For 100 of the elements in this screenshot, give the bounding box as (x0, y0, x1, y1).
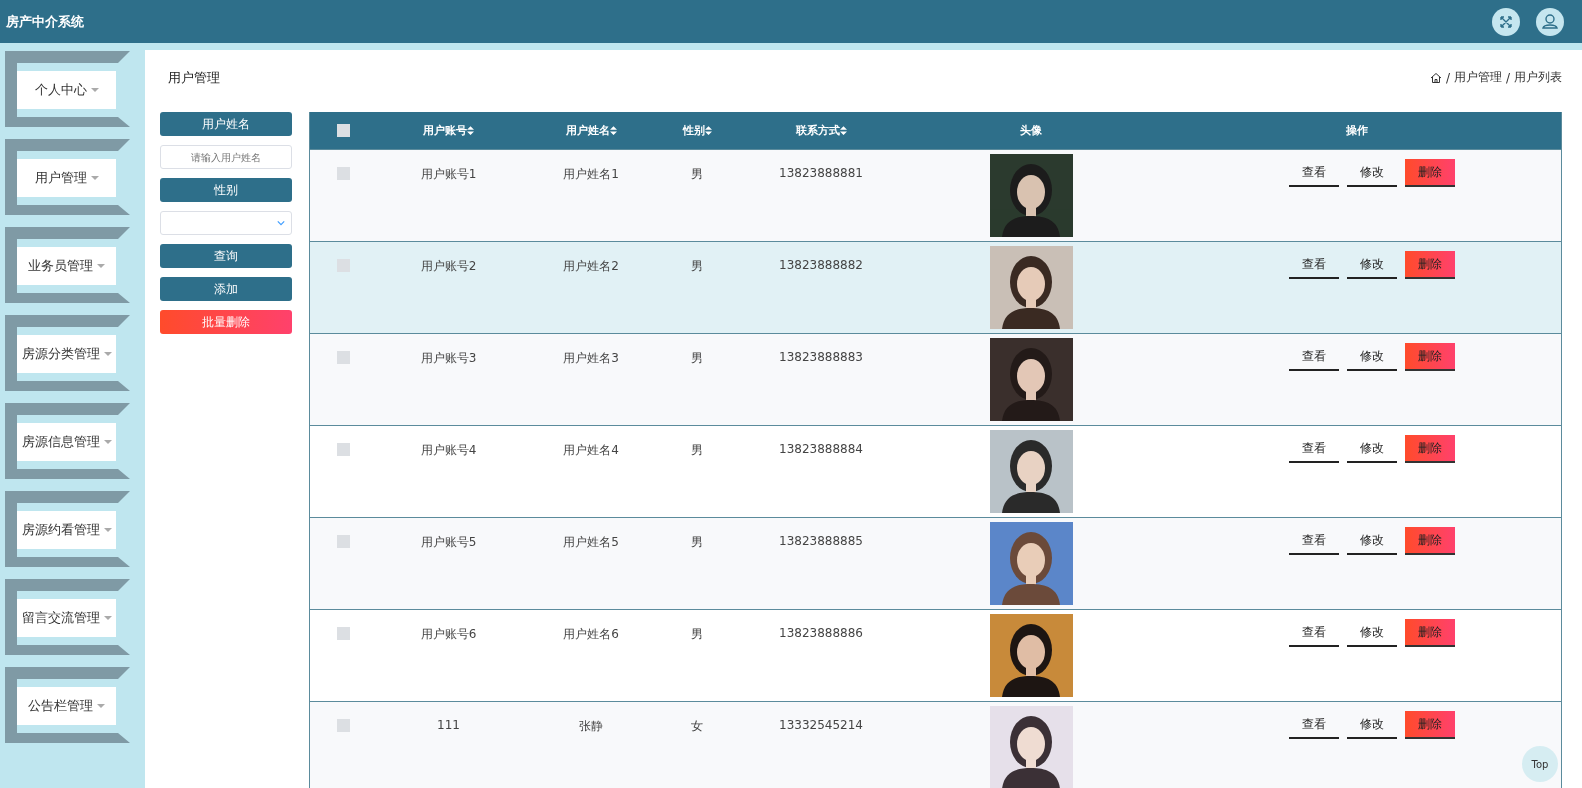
table-cell: 用户账号6 (420, 626, 477, 641)
row-checkbox[interactable] (336, 351, 350, 364)
filter-label: 性别 (160, 178, 292, 202)
table-cell: 用户姓名5 (563, 534, 619, 549)
row-action-button[interactable]: 删除 (1405, 619, 1455, 647)
row-action-button[interactable]: 删除 (1405, 159, 1455, 187)
filter-button[interactable]: 查询 (160, 244, 292, 268)
table-cell: 男 (691, 350, 703, 365)
row-action-button[interactable]: 修改 (1347, 711, 1397, 739)
filter-label: 用户姓名 (160, 112, 292, 136)
breadcrumb-item[interactable]: 用户列表 (1514, 69, 1562, 86)
table-cell: 用户姓名3 (563, 350, 619, 365)
row-action-button[interactable]: 查看 (1289, 435, 1339, 463)
table-row[interactable]: 用户账号1 用户姓名1 男 13823888881 查看 修改 删除 (310, 149, 1561, 241)
chevron-down-icon (277, 220, 285, 226)
table-cell: 用户姓名2 (563, 258, 619, 273)
table-cell: 用户账号2 (420, 258, 477, 273)
table-cell: 女 (691, 718, 703, 733)
menu-item[interactable]: 房源分类管理 (5, 315, 130, 391)
home-icon[interactable] (1429, 71, 1442, 84)
row-action-button[interactable]: 修改 (1347, 343, 1397, 371)
menu-item[interactable]: 个人中心 (5, 51, 130, 127)
caret-icon (90, 176, 99, 180)
table-cell: 用户姓名1 (563, 166, 619, 181)
caret-icon (90, 88, 99, 92)
caret-icon (103, 616, 112, 620)
menu-item[interactable]: 业务员管理 (5, 227, 130, 303)
fullscreen-icon[interactable] (1492, 7, 1520, 36)
breadcrumb-item[interactable]: 用户管理 (1453, 69, 1502, 86)
row-action-button[interactable]: 查看 (1289, 527, 1339, 555)
menu-item[interactable]: 房源信息管理 (5, 403, 130, 479)
table-row[interactable]: 用户账号3 用户姓名3 男 13823888883 查看 修改 删除 (310, 333, 1561, 425)
caret-icon (103, 440, 112, 444)
table-cell: 男 (691, 166, 703, 181)
row-action-button[interactable]: 修改 (1347, 435, 1397, 463)
caret-icon (103, 528, 112, 532)
table-cell: 用户账号3 (420, 350, 477, 365)
table-cell: 13823888883 (779, 350, 863, 365)
table-cell: 用户账号5 (420, 534, 477, 549)
menu-item[interactable]: 公告栏管理 (5, 667, 130, 743)
menu-item[interactable]: 留言交流管理 (5, 579, 130, 655)
user-icon[interactable] (1536, 7, 1564, 36)
row-action-button[interactable]: 删除 (1405, 343, 1455, 371)
table-cell: 13823888885 (779, 534, 863, 549)
table-cell: 张静 (579, 718, 603, 733)
row-action-button[interactable]: 查看 (1289, 159, 1339, 187)
row-action-button[interactable]: 修改 (1347, 527, 1397, 555)
menu-item[interactable]: 房源约看管理 (5, 491, 130, 567)
breadcrumb-separator: / (1505, 70, 1510, 85)
row-checkbox[interactable] (336, 719, 350, 732)
row-action-button[interactable]: 删除 (1405, 711, 1455, 739)
column-header[interactable]: 用户账号 (423, 123, 474, 138)
row-action-button[interactable]: 查看 (1289, 343, 1339, 371)
page-title: 用户管理 (167, 68, 220, 87)
column-header[interactable]: 性别 (682, 123, 712, 138)
menu-item[interactable]: 用户管理 (5, 139, 130, 215)
table-cell: 111 (437, 718, 460, 733)
row-checkbox[interactable] (336, 627, 350, 640)
caret-icon (103, 352, 112, 356)
row-checkbox[interactable] (336, 167, 350, 180)
sort-icon[interactable] (839, 126, 847, 135)
table-row[interactable]: 用户账号5 用户姓名5 男 13823888885 查看 修改 删除 (310, 517, 1561, 609)
sort-icon[interactable] (609, 126, 617, 135)
breadcrumb-separator: / (1445, 70, 1450, 85)
table-cell: 13823888882 (779, 258, 863, 273)
row-checkbox[interactable] (336, 443, 350, 456)
table-cell: 男 (691, 442, 703, 457)
table-cell: 13823888881 (779, 166, 863, 181)
app-title: 房产中介系统 (6, 12, 84, 31)
column-header[interactable]: 用户姓名 (565, 123, 617, 138)
select-all-checkbox[interactable] (336, 124, 350, 137)
row-action-button[interactable]: 查看 (1289, 619, 1339, 647)
name-input[interactable]: 请输入用户姓名 (160, 145, 292, 169)
table-cell: 男 (691, 534, 703, 549)
table-cell: 男 (691, 626, 703, 641)
row-action-button[interactable]: 查看 (1289, 711, 1339, 739)
table-row[interactable]: 用户账号2 用户姓名2 男 13823888882 查看 修改 删除 (310, 241, 1561, 333)
column-header[interactable]: 头像 (1020, 123, 1042, 138)
sort-icon[interactable] (467, 126, 474, 135)
row-checkbox[interactable] (336, 535, 350, 548)
row-action-button[interactable]: 删除 (1405, 251, 1455, 279)
row-action-button[interactable]: 查看 (1289, 251, 1339, 279)
table-cell: 用户账号4 (420, 442, 477, 457)
row-action-button[interactable]: 修改 (1347, 619, 1397, 647)
table-cell: 男 (691, 258, 703, 273)
sort-icon[interactable] (704, 126, 712, 135)
table-cell: 13823888886 (779, 626, 863, 641)
filter-button[interactable]: 添加 (160, 277, 292, 301)
row-action-button[interactable]: 删除 (1405, 435, 1455, 463)
column-header[interactable]: 操作 (1346, 123, 1368, 138)
table-cell: 用户姓名4 (563, 442, 619, 457)
table-cell: 用户账号1 (420, 166, 477, 181)
column-header[interactable]: 联系方式 (795, 123, 847, 138)
row-action-button[interactable]: 修改 (1347, 251, 1397, 279)
table-cell: 13332545214 (779, 718, 863, 733)
row-action-button[interactable]: 修改 (1347, 159, 1397, 187)
row-action-button[interactable]: 删除 (1405, 527, 1455, 555)
table-cell: 用户姓名6 (563, 626, 619, 641)
caret-icon (97, 704, 105, 708)
table-cell: 13823888884 (779, 442, 863, 457)
